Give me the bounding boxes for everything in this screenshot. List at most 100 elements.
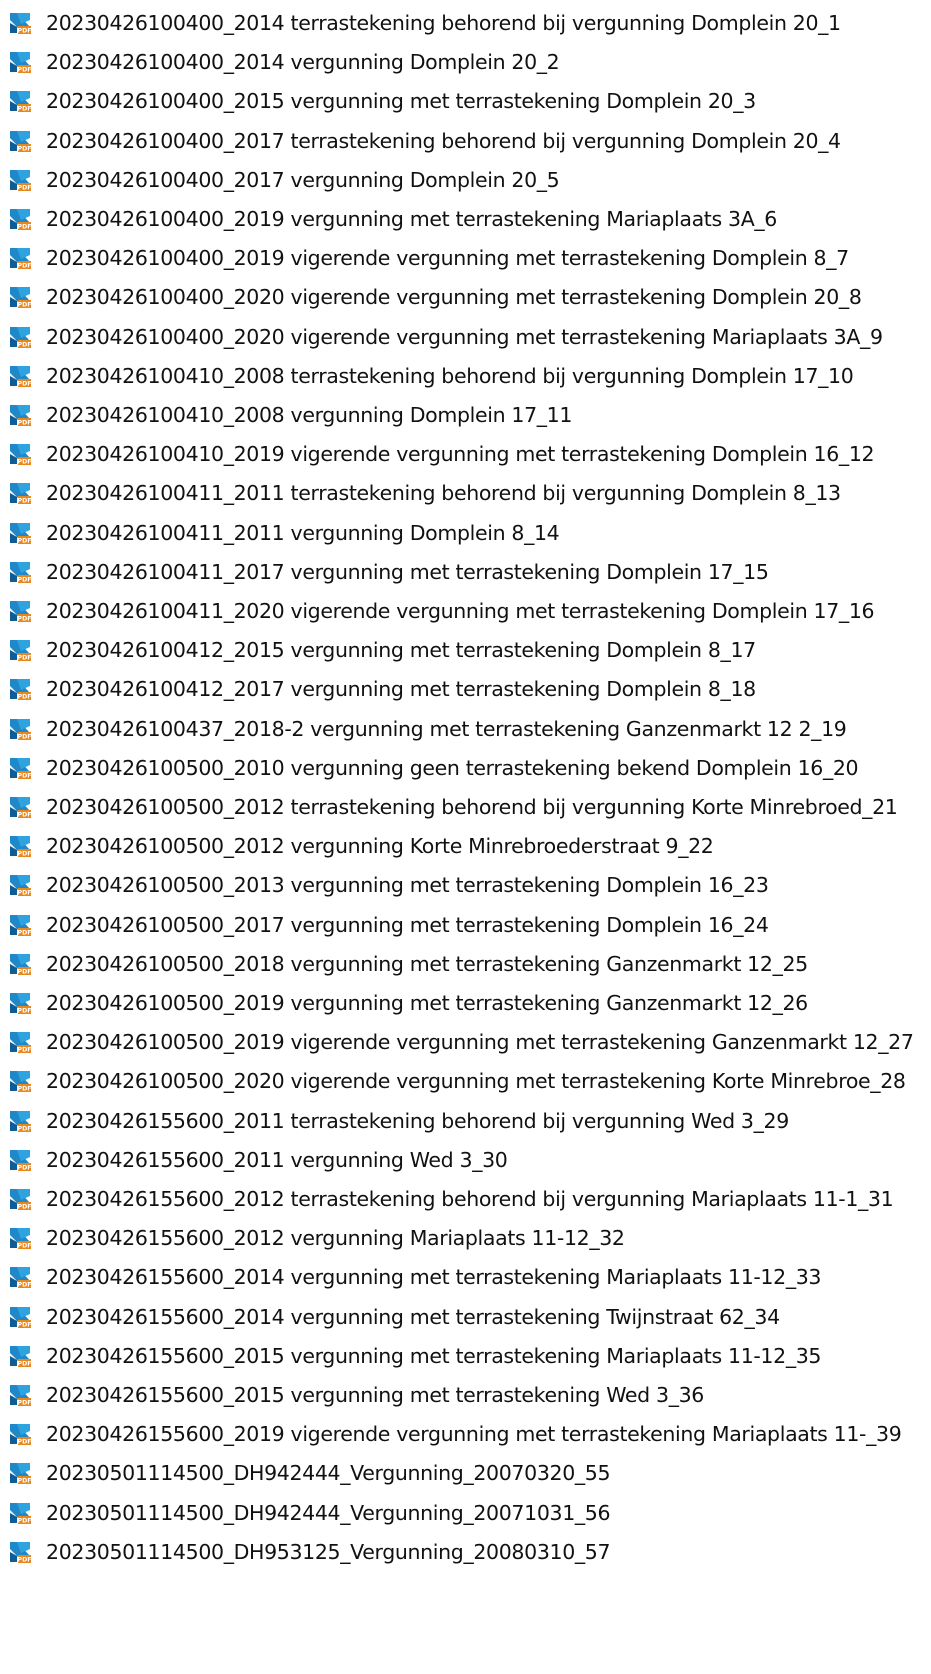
pdf-file-icon: PDF bbox=[8, 599, 32, 623]
file-list-item[interactable]: PDF 20230426155600_2011 vergunning Wed 3… bbox=[0, 1140, 931, 1180]
file-name: 20230426100500_2019 vigerende vergunning… bbox=[46, 1030, 914, 1055]
svg-text:PDF: PDF bbox=[18, 498, 32, 505]
svg-text:PDF: PDF bbox=[18, 1556, 32, 1563]
pdf-file-icon: PDF bbox=[8, 717, 32, 741]
file-name: 20230426100400_2014 vergunning Domplein … bbox=[46, 50, 560, 75]
file-name: 20230426155600_2012 vergunning Mariaplaa… bbox=[46, 1226, 625, 1251]
file-list-item[interactable]: PDF 20230426100500_2013 vergunning met t… bbox=[0, 865, 931, 905]
file-list-item[interactable]: PDF 20230426100500_2012 vergunning Korte… bbox=[0, 826, 931, 866]
svg-text:PDF: PDF bbox=[18, 302, 32, 309]
file-list-item[interactable]: PDF 20230426100437_2018-2 vergunning met… bbox=[0, 709, 931, 749]
file-name: 20230426100400_2020 vigerende vergunning… bbox=[46, 285, 862, 310]
file-name: 20230426100437_2018-2 vergunning met ter… bbox=[46, 716, 847, 741]
file-list-item[interactable]: PDF 20230426100411_2017 vergunning met t… bbox=[0, 552, 931, 592]
file-name: 20230426155600_2011 terrastekening behor… bbox=[46, 1108, 789, 1133]
file-list-item[interactable]: PDF 20230426100400_2017 vergunning Dompl… bbox=[0, 160, 931, 200]
svg-text:PDF: PDF bbox=[18, 1125, 32, 1132]
pdf-file-icon: PDF bbox=[8, 89, 32, 113]
file-list-item[interactable]: PDF 20230426100411_2020 vigerende vergun… bbox=[0, 591, 931, 631]
file-name: 20230426100500_2017 vergunning met terra… bbox=[46, 912, 769, 937]
file-list-item[interactable]: PDF 20230426100400_2014 terrastekening b… bbox=[0, 3, 931, 43]
file-name: 20230426100500_2020 vigerende vergunning… bbox=[46, 1069, 906, 1094]
pdf-file-icon: PDF bbox=[8, 1148, 32, 1172]
pdf-file-icon: PDF bbox=[8, 1305, 32, 1329]
svg-text:PDF: PDF bbox=[18, 1478, 32, 1485]
pdf-file-icon: PDF bbox=[8, 207, 32, 231]
file-list-item[interactable]: PDF 20230426100400_2020 vigerende vergun… bbox=[0, 277, 931, 317]
svg-text:PDF: PDF bbox=[18, 224, 32, 231]
svg-text:PDF: PDF bbox=[18, 67, 32, 74]
file-list-item[interactable]: PDF 20230426100411_2011 vergunning Dompl… bbox=[0, 513, 931, 553]
file-list-item[interactable]: PDF 20230426100412_2017 vergunning met t… bbox=[0, 669, 931, 709]
pdf-file-icon: PDF bbox=[8, 403, 32, 427]
file-name: 20230426100410_2019 vigerende vergunning… bbox=[46, 442, 875, 467]
file-name: 20230426100500_2019 vergunning met terra… bbox=[46, 991, 808, 1015]
svg-text:PDF: PDF bbox=[18, 851, 32, 858]
svg-text:PDF: PDF bbox=[18, 1321, 32, 1328]
file-list-item[interactable]: PDF 20230426100500_2020 vigerende vergun… bbox=[0, 1061, 931, 1101]
file-name: 20230426100412_2015 vergunning met terra… bbox=[46, 638, 756, 663]
file-list-item[interactable]: PDF 20230426155600_2012 terrastekening b… bbox=[0, 1179, 931, 1219]
svg-text:PDF: PDF bbox=[18, 459, 32, 466]
file-list-item[interactable]: PDF 20230426100400_2019 vergunning met t… bbox=[0, 199, 931, 239]
file-list-item[interactable]: PDF 20230501114500_DH942444_Vergunning_2… bbox=[0, 1493, 931, 1533]
file-list-item[interactable]: PDF 20230426100500_2012 terrastekening b… bbox=[0, 787, 931, 827]
file-name: 20230426155600_2014 vergunning met terra… bbox=[46, 1265, 822, 1290]
svg-text:PDF: PDF bbox=[18, 1243, 32, 1250]
pdf-file-icon: PDF bbox=[8, 560, 32, 584]
svg-text:PDF: PDF bbox=[18, 1086, 32, 1093]
file-name: 20230501114500_DH942444_Vergunning_20071… bbox=[46, 1500, 611, 1525]
file-name: 20230426100400_2017 vergunning Domplein … bbox=[46, 167, 560, 192]
file-list-item[interactable]: PDF 20230426155600_2014 vergunning met t… bbox=[0, 1297, 931, 1337]
svg-text:PDF: PDF bbox=[18, 420, 32, 427]
svg-text:PDF: PDF bbox=[18, 537, 32, 544]
file-list-item[interactable]: PDF 20230426100500_2010 vergunning geen … bbox=[0, 748, 931, 788]
svg-text:PDF: PDF bbox=[18, 616, 32, 623]
file-name: 20230426155600_2015 vergunning met terra… bbox=[46, 1383, 704, 1407]
file-name: 20230426155600_2015 vergunning met terra… bbox=[46, 1343, 822, 1368]
file-list-item[interactable]: PDF 20230426100410_2008 vergunning Dompl… bbox=[0, 395, 931, 435]
svg-text:PDF: PDF bbox=[18, 655, 32, 662]
file-name: 20230426100500_2013 vergunning met terra… bbox=[46, 873, 769, 898]
file-list-item[interactable]: PDF 20230426100500_2018 vergunning met t… bbox=[0, 944, 931, 984]
file-name: 20230426100400_2017 terrastekening behor… bbox=[46, 128, 841, 153]
file-list-item[interactable]: PDF 20230426100412_2015 vergunning met t… bbox=[0, 630, 931, 670]
file-list-item[interactable]: PDF 20230426100400_2015 vergunning met t… bbox=[0, 81, 931, 121]
file-list-item[interactable]: PDF 20230426155600_2019 vigerende vergun… bbox=[0, 1414, 931, 1454]
file-list-item[interactable]: PDF 20230426100500_2019 vergunning met t… bbox=[0, 983, 931, 1023]
file-list-item[interactable]: PDF 20230426155600_2012 vergunning Maria… bbox=[0, 1218, 931, 1258]
pdf-file-icon: PDF bbox=[8, 638, 32, 662]
file-name: 20230426155600_2014 vergunning met terra… bbox=[46, 1304, 780, 1329]
file-list-item[interactable]: PDF 20230426100410_2019 vigerende vergun… bbox=[0, 434, 931, 474]
pdf-file-icon: PDF bbox=[8, 481, 32, 505]
file-list-item[interactable]: PDF 20230426100400_2020 vigerende vergun… bbox=[0, 317, 931, 357]
svg-text:PDF: PDF bbox=[18, 1008, 32, 1015]
pdf-file-icon: PDF bbox=[8, 1069, 32, 1093]
file-name: 20230426155600_2011 vergunning Wed 3_30 bbox=[46, 1147, 508, 1172]
pdf-file-icon: PDF bbox=[8, 1540, 32, 1564]
file-list-item[interactable]: PDF 20230426155600_2015 vergunning met t… bbox=[0, 1375, 931, 1415]
file-list-item[interactable]: PDF 20230426155600_2014 vergunning met t… bbox=[0, 1257, 931, 1297]
file-list-item[interactable]: PDF 20230426100400_2019 vigerende vergun… bbox=[0, 238, 931, 278]
pdf-file-icon: PDF bbox=[8, 168, 32, 192]
svg-text:PDF: PDF bbox=[18, 1439, 32, 1446]
svg-text:PDF: PDF bbox=[18, 968, 32, 975]
file-list-item[interactable]: PDF 20230426155600_2015 vergunning met t… bbox=[0, 1336, 931, 1376]
svg-text:PDF: PDF bbox=[18, 380, 32, 387]
file-name: 20230426100500_2018 vergunning met terra… bbox=[46, 951, 808, 976]
svg-text:PDF: PDF bbox=[18, 1047, 32, 1054]
file-list-item[interactable]: PDF 20230426100400_2017 terrastekening b… bbox=[0, 121, 931, 161]
file-list-item[interactable]: PDF 20230501114500_DH942444_Vergunning_2… bbox=[0, 1453, 931, 1493]
file-list-item[interactable]: PDF 20230426100500_2017 vergunning met t… bbox=[0, 905, 931, 945]
file-list-item[interactable]: PDF 20230426155600_2011 terrastekening b… bbox=[0, 1101, 931, 1141]
file-list-item[interactable]: PDF 20230426100500_2019 vigerende vergun… bbox=[0, 1022, 931, 1062]
pdf-file-icon: PDF bbox=[8, 285, 32, 309]
pdf-file-icon: PDF bbox=[8, 873, 32, 897]
file-list-item[interactable]: PDF 20230426100410_2008 terrastekening b… bbox=[0, 356, 931, 396]
file-list-item[interactable]: PDF 20230426100400_2014 vergunning Dompl… bbox=[0, 42, 931, 82]
pdf-file-icon: PDF bbox=[8, 1109, 32, 1133]
file-list-item[interactable]: PDF 20230501114500_DH953125_Vergunning_2… bbox=[0, 1532, 931, 1572]
file-list-item[interactable]: PDF 20230426100411_2011 terrastekening b… bbox=[0, 473, 931, 513]
file-name: 20230426100500_2012 terrastekening behor… bbox=[46, 795, 898, 819]
svg-text:PDF: PDF bbox=[18, 1282, 32, 1289]
